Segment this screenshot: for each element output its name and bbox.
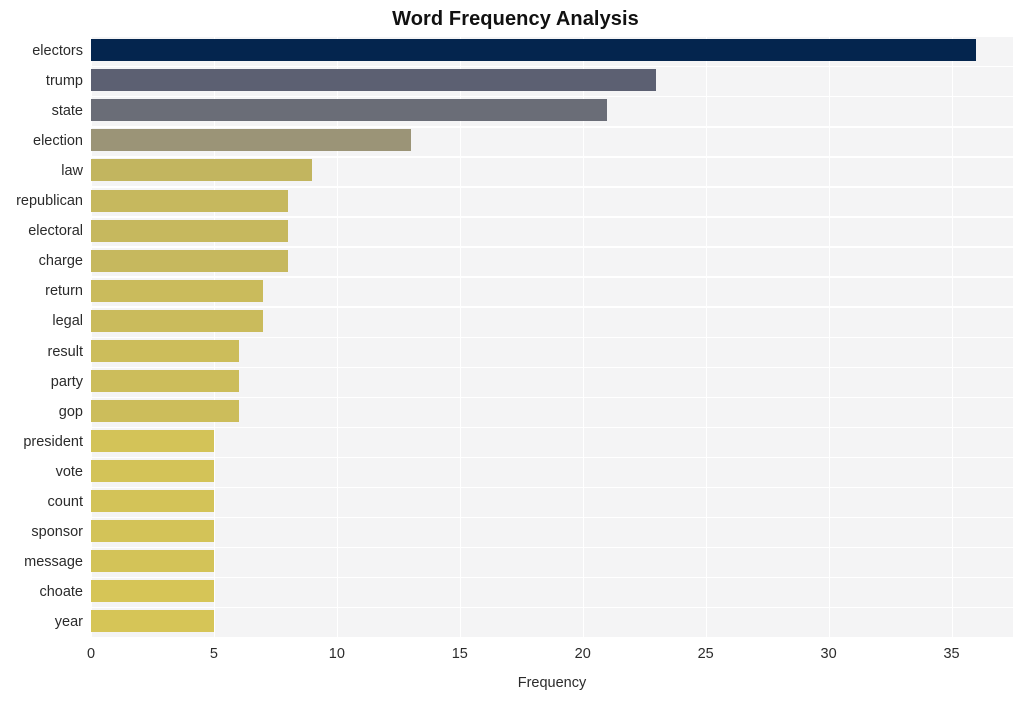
x-tick-label: 0 — [86, 646, 96, 662]
bar — [91, 99, 608, 122]
x-tick-label: 15 — [451, 646, 468, 662]
y-axis-tick-labels: electors trump state election law republican e… — [0, 36, 83, 637]
bar-row — [91, 306, 1013, 335]
bar-row — [91, 126, 1013, 155]
y-tick-label: return — [45, 283, 83, 300]
bar — [91, 39, 977, 62]
x-tick-label: 25 — [697, 646, 714, 662]
bar — [91, 429, 214, 452]
bar-row — [91, 427, 1013, 456]
y-tick-label: state — [51, 103, 83, 120]
bar — [91, 219, 288, 242]
bar — [91, 189, 288, 212]
chart-figure: Word Frequency Analysis electors trump sta… — [0, 0, 1031, 701]
bar — [91, 339, 239, 362]
bar — [91, 69, 657, 92]
bar — [91, 459, 214, 482]
bar-row — [91, 276, 1013, 305]
bar — [91, 520, 214, 543]
y-tick-label: law — [61, 163, 83, 180]
bar-row — [91, 96, 1013, 125]
bar — [91, 309, 264, 332]
bar — [91, 580, 214, 603]
bar — [91, 369, 239, 392]
y-tick-label: year — [54, 613, 83, 630]
bar-row — [91, 216, 1013, 245]
y-tick-label: president — [23, 433, 83, 450]
bar — [91, 610, 214, 633]
bar-row — [91, 156, 1013, 185]
y-tick-label: sponsor — [31, 523, 83, 540]
y-tick-label: count — [47, 493, 83, 510]
y-tick-label: election — [33, 133, 83, 150]
plot-area — [91, 36, 1013, 639]
x-axis-label: Frequency — [517, 675, 587, 691]
y-tick-label: choate — [39, 583, 83, 600]
y-tick-label: legal — [52, 313, 83, 330]
y-tick-label: party — [50, 373, 83, 390]
y-tick-label: vote — [55, 463, 83, 480]
y-tick-label: electoral — [28, 223, 83, 240]
x-axis-tick-labels: 0 5 10 15 20 25 30 35 — [0, 645, 1031, 667]
x-tick-label: 30 — [820, 646, 837, 662]
x-tick-label: 10 — [328, 646, 345, 662]
bar — [91, 490, 214, 513]
x-tick-label: 35 — [943, 646, 960, 662]
x-tick-label: 20 — [574, 646, 591, 662]
bar-row — [91, 66, 1013, 95]
y-tick-label: result — [47, 343, 83, 360]
bar-row — [91, 607, 1013, 636]
bar — [91, 399, 239, 422]
bar — [91, 550, 214, 573]
bar — [91, 159, 313, 182]
bar-row — [91, 36, 1013, 65]
y-tick-label: message — [24, 553, 83, 570]
y-tick-label: republican — [16, 193, 83, 210]
bar-row — [91, 367, 1013, 396]
y-tick-label: charge — [38, 253, 83, 270]
y-tick-label: electors — [32, 43, 83, 60]
y-tick-label: gop — [58, 403, 83, 420]
bar — [91, 129, 411, 152]
y-tick-label: trump — [45, 73, 83, 90]
bar-row — [91, 397, 1013, 426]
chart-title: Word Frequency Analysis — [392, 8, 639, 30]
bar-row — [91, 186, 1013, 215]
bar-row — [91, 517, 1013, 546]
bar-row — [91, 457, 1013, 486]
bar-row — [91, 337, 1013, 366]
bar-row — [91, 246, 1013, 275]
gridline-horizontal — [91, 637, 1013, 639]
bar — [91, 249, 288, 272]
bar-row — [91, 547, 1013, 576]
bar-row — [91, 487, 1013, 516]
bar-row — [91, 577, 1013, 606]
bar — [91, 279, 264, 302]
x-tick-label: 5 — [209, 646, 218, 662]
